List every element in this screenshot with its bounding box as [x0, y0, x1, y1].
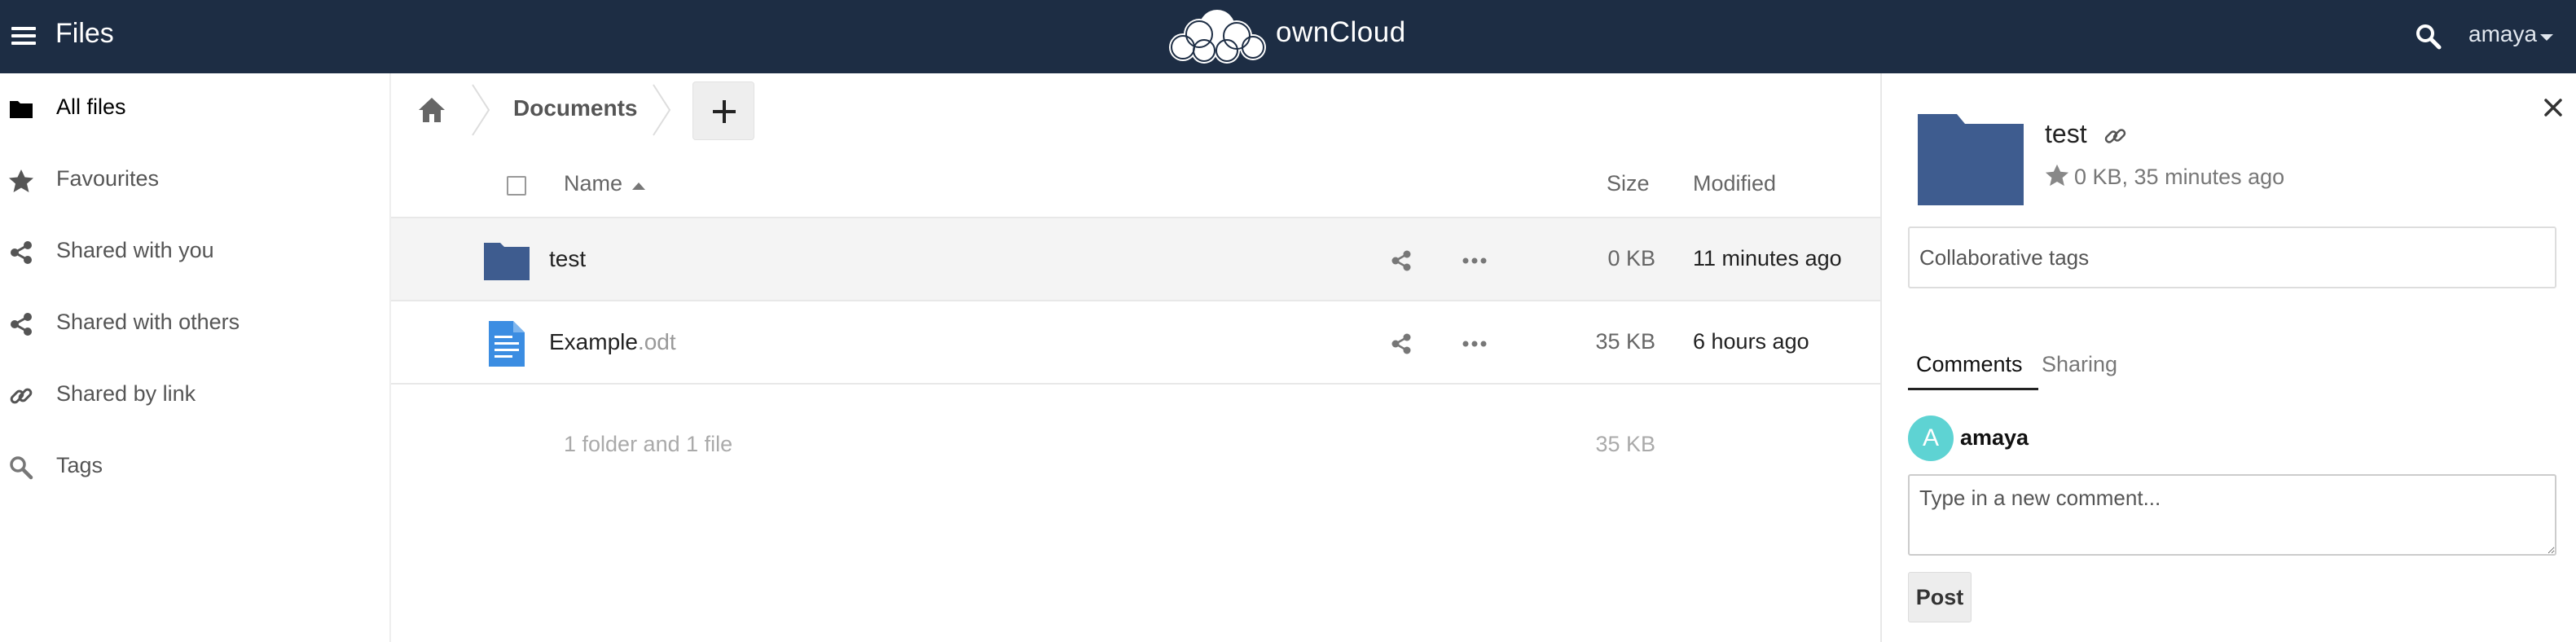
avatar: A [1908, 416, 1954, 461]
sidebar-item-shared-with-you[interactable]: Shared with you [0, 217, 389, 288]
details-meta: 0 KB, 35 minutes ago [2074, 165, 2285, 189]
file-size: 35 KB [1595, 329, 1655, 354]
sidebar-item-shared-with-others[interactable]: Shared with others [0, 288, 389, 360]
details-file-name: test [2045, 119, 2087, 148]
owncloud-logo-icon[interactable] [1165, 7, 1271, 65]
app-title[interactable]: Files [55, 18, 114, 50]
tab-comments[interactable]: Comments [1916, 352, 2023, 377]
link-icon[interactable] [2103, 124, 2128, 148]
link-icon [10, 388, 33, 404]
file-name[interactable]: Example.odt [549, 329, 676, 355]
breadcrumb: Documents [391, 73, 1880, 147]
active-tab-indicator [1908, 388, 2038, 390]
table-row[interactable]: Example.odt 35 KB 6 hours ago [391, 301, 1880, 385]
file-modified: 6 hours ago [1693, 329, 1809, 354]
home-icon[interactable] [417, 96, 446, 124]
share-icon [11, 241, 32, 264]
more-options-icon[interactable] [1460, 331, 1489, 357]
sidebar-item-tags[interactable]: Tags [0, 432, 389, 503]
file-size: 0 KB [1607, 246, 1655, 270]
file-summary-size: 35 KB [1595, 432, 1655, 456]
column-header-name[interactable]: Name [564, 171, 622, 196]
hamburger-menu-icon[interactable] [10, 23, 37, 51]
chevron-down-icon[interactable] [2540, 34, 2553, 41]
file-modified: 11 minutes ago [1693, 246, 1842, 270]
file-summary: 1 folder and 1 file [564, 432, 733, 456]
column-header-size[interactable]: Size [1607, 171, 1650, 196]
share-icon[interactable] [1388, 331, 1414, 357]
file-name[interactable]: test [549, 246, 586, 272]
sidebar-item-label: Tags [56, 453, 103, 477]
folder-icon [1918, 114, 2024, 205]
star-icon[interactable] [2045, 163, 2069, 187]
sidebar-item-favourites[interactable]: Favourites [0, 145, 389, 217]
sort-ascending-icon[interactable] [632, 182, 645, 190]
breadcrumb-separator-icon [472, 84, 490, 136]
breadcrumb-separator-icon [653, 84, 671, 136]
share-icon [11, 313, 32, 336]
file-list-area: Documents Name Size Modified test 0 KB 1… [391, 73, 1880, 642]
sidebar-item-shared-by-link[interactable]: Shared by link [0, 360, 389, 432]
document-icon[interactable] [482, 321, 531, 367]
sidebar-navigation: All files Favourites Shared with you Sha… [0, 73, 391, 642]
comment-author: amaya [1960, 425, 2029, 450]
breadcrumb-item-documents[interactable]: Documents [513, 95, 637, 121]
details-panel: test 0 KB, 35 minutes ago Comments Shari… [1880, 73, 2576, 642]
top-header: Files ownCloud amaya [0, 0, 2576, 73]
star-icon [9, 169, 33, 192]
search-icon[interactable] [2415, 23, 2442, 51]
sidebar-item-label: Shared with you [56, 238, 214, 262]
user-menu[interactable]: amaya [2468, 21, 2537, 47]
more-options-icon[interactable] [1460, 248, 1489, 274]
sidebar-item-label: Shared by link [56, 381, 196, 406]
search-icon [10, 456, 33, 480]
table-row[interactable]: test 0 KB 11 minutes ago [391, 218, 1880, 301]
close-icon[interactable] [2542, 96, 2565, 119]
new-file-button[interactable] [692, 81, 754, 140]
tab-sharing[interactable]: Sharing [2042, 352, 2117, 377]
folder-icon[interactable] [482, 238, 531, 284]
brand-name: ownCloud [1276, 16, 1406, 48]
sidebar-item-label: All files [56, 95, 126, 119]
select-all-checkbox[interactable] [507, 176, 526, 196]
column-header-modified[interactable]: Modified [1693, 171, 1776, 196]
sidebar-item-label: Shared with others [56, 310, 240, 334]
new-comment-input[interactable] [1908, 474, 2556, 556]
share-icon[interactable] [1388, 248, 1414, 274]
folder-icon [10, 101, 33, 118]
post-comment-button[interactable]: Post [1908, 572, 1972, 622]
sidebar-item-all-files[interactable]: All files [0, 73, 389, 145]
sidebar-item-label: Favourites [56, 166, 160, 191]
collaborative-tags-input[interactable] [1908, 226, 2556, 288]
